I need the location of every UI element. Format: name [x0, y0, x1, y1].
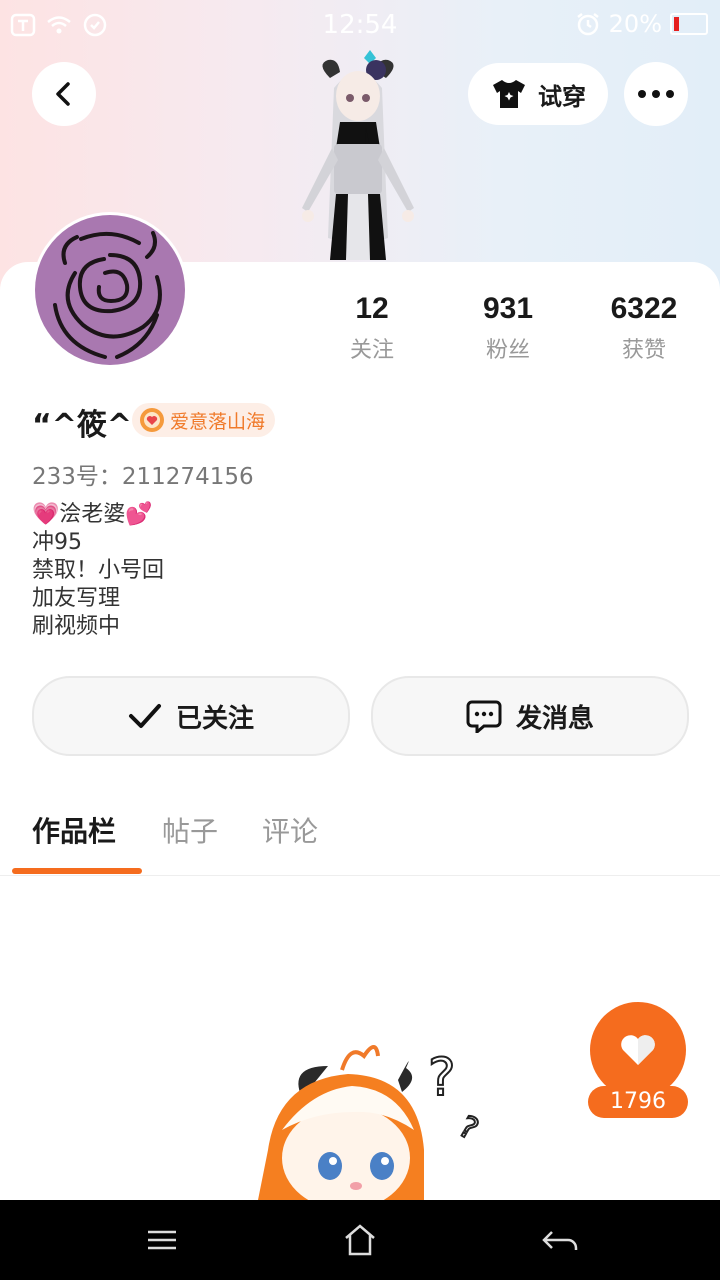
back-arrow-icon[interactable]	[540, 1220, 580, 1260]
followed-label: 已关注	[175, 703, 254, 734]
status-right-icons: 20%	[575, 10, 708, 38]
tab-posts[interactable]: 帖子	[162, 810, 218, 850]
flower-badge-icon	[140, 408, 164, 432]
followers-label: 粉丝	[485, 338, 530, 363]
back-icon	[56, 82, 70, 106]
username: “^筱^	[32, 408, 132, 443]
bio-line: 禁取！小号回	[32, 558, 165, 583]
bio-line: 加友写理	[32, 586, 121, 611]
like-count: 1796	[588, 1086, 688, 1118]
more-button[interactable]	[624, 62, 688, 126]
user-id: 233号：211274156	[32, 464, 254, 490]
following-count: 12	[355, 292, 389, 325]
send-message-label: 发消息	[515, 703, 594, 734]
svg-text:?: ?	[428, 1048, 456, 1108]
check-icon	[128, 704, 161, 728]
active-tab-indicator	[12, 868, 142, 874]
heart-icon	[621, 1035, 655, 1065]
rose-avatar-image	[35, 215, 185, 365]
back-button[interactable]	[32, 62, 96, 126]
try-on-label: 试穿	[538, 82, 586, 111]
svg-text:?: ?	[453, 1109, 484, 1147]
more-icon	[638, 90, 674, 98]
likes-count: 6322	[610, 292, 678, 325]
system-nav-bar	[0, 1200, 720, 1280]
tab-works[interactable]: 作品栏	[32, 810, 116, 850]
t-shirt-icon	[493, 80, 525, 108]
chat-bubble-icon	[466, 700, 502, 733]
title-badge[interactable]: 爱意落山海	[132, 403, 276, 437]
like-button[interactable]	[590, 1002, 686, 1098]
bio: 💗浍老婆💕 冲95 禁取！小号回 加友写理 刷视频中	[32, 501, 164, 641]
avatar[interactable]	[32, 212, 188, 368]
stat-following[interactable]: 12 关注	[312, 292, 432, 364]
tab-divider	[0, 875, 720, 876]
stat-followers[interactable]: 931 粉丝	[448, 292, 568, 364]
empty-state-mascot: ? ?	[258, 1045, 485, 1200]
likes-label: 获赞	[621, 338, 666, 363]
bio-line: 刷视频中	[32, 614, 121, 639]
followers-count: 931	[482, 292, 534, 325]
battery-percent: 20%	[608, 10, 662, 38]
followed-button[interactable]: 已关注	[32, 676, 350, 756]
following-label: 关注	[349, 338, 394, 363]
bio-line: 💗浍老婆💕	[32, 502, 153, 527]
alarm-icon	[576, 13, 599, 36]
bio-line: 冲95	[32, 530, 82, 555]
avatar-3d-character	[302, 50, 414, 260]
badge-label: 爱意落山海	[170, 410, 266, 433]
battery-icon	[670, 13, 708, 35]
menu-icon[interactable]	[142, 1220, 182, 1260]
tab-comments[interactable]: 评论	[262, 810, 318, 850]
send-message-button[interactable]: 发消息	[371, 676, 689, 756]
try-on-button[interactable]: 试穿	[468, 63, 608, 125]
status-bar: 12:54 20%	[0, 0, 720, 50]
stat-likes[interactable]: 6322 获赞	[584, 292, 704, 364]
home-icon[interactable]	[340, 1220, 380, 1260]
